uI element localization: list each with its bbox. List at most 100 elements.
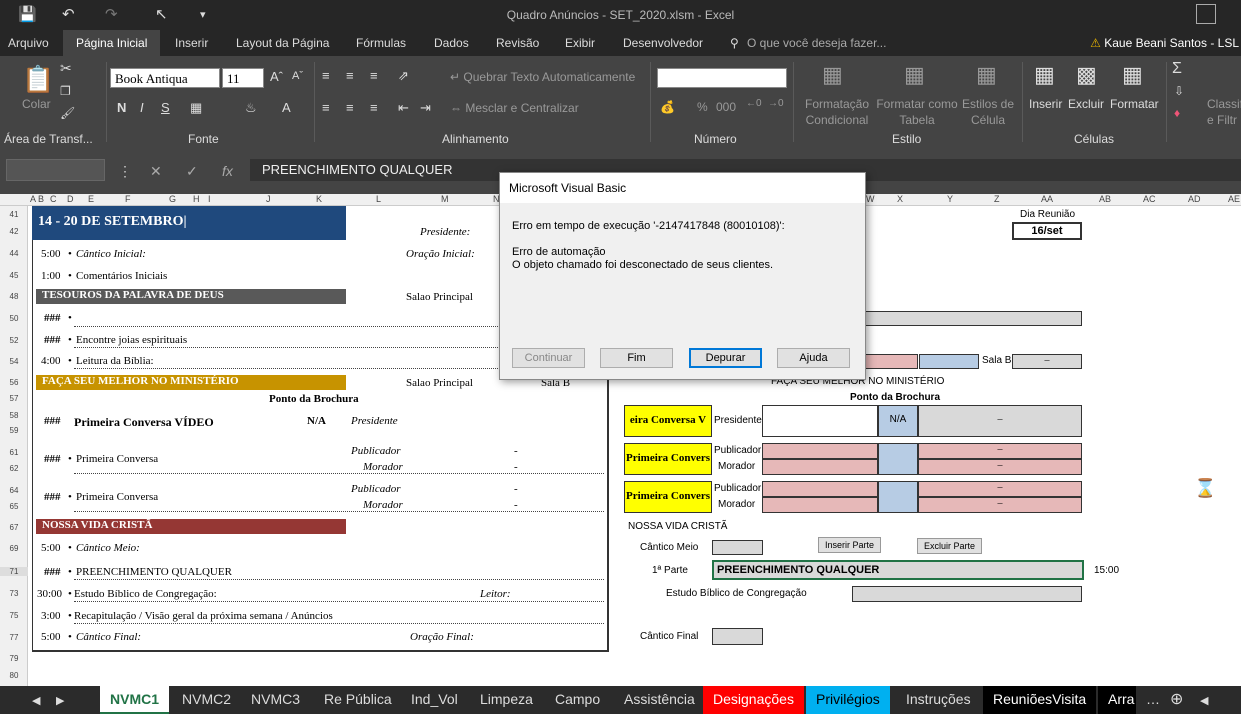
cantico-meio-cell[interactable] [712, 540, 763, 555]
column-header[interactable]: AA [1041, 194, 1053, 204]
column-header[interactable]: X [897, 194, 903, 204]
column-header[interactable]: J [266, 194, 271, 204]
grey-cell[interactable] [862, 311, 1082, 326]
autosum-icon[interactable]: Σ [1172, 60, 1182, 78]
font-size-select[interactable]: 11 [222, 68, 264, 88]
font-name-select[interactable]: Book Antiqua [110, 68, 220, 88]
italic-icon[interactable]: I [140, 100, 144, 115]
tab-layout[interactable]: Layout da Página [236, 36, 329, 50]
sheet-tab-instrucoes[interactable]: Instruções [896, 686, 981, 714]
estudo-cell[interactable] [852, 586, 1082, 602]
row-header[interactable]: 77 [0, 633, 28, 642]
align-center-icon[interactable]: ≡ [346, 100, 354, 115]
row-header[interactable]: 73 [0, 589, 28, 598]
tab-exibir[interactable]: Exibir [565, 36, 595, 50]
sheet-tab-limpeza[interactable]: Limpeza [470, 686, 543, 714]
yellow-cell[interactable]: eira Conversa V [624, 405, 712, 437]
row-header[interactable]: 67 [0, 523, 28, 532]
conditional-format-button[interactable]: Formatação Condicional [800, 96, 874, 128]
row-header[interactable]: 69 [0, 544, 28, 553]
column-header[interactable]: B [38, 194, 44, 204]
column-header[interactable]: E [88, 194, 94, 204]
column-header[interactable]: L [376, 194, 381, 204]
row-header[interactable]: 56 [0, 378, 28, 387]
merge-center-button[interactable]: ⇔ Mesclar e Centralizar [450, 101, 579, 115]
shrink-font-icon[interactable]: Aˇ [292, 70, 303, 82]
tab-inserir[interactable]: Inserir [175, 36, 208, 50]
row-header[interactable]: 75 [0, 611, 28, 620]
sheet-tab-campo[interactable]: Campo [545, 686, 610, 714]
dash-cell[interactable]: – [918, 443, 1082, 459]
format-table-icon[interactable]: ▦ [904, 62, 925, 88]
blue-cell[interactable] [919, 354, 979, 369]
tab-formulas[interactable]: Fórmulas [356, 36, 406, 50]
column-header[interactable]: A [30, 194, 36, 204]
inserir-parte-button[interactable]: Inserir Parte [818, 537, 882, 553]
pink-cell[interactable] [762, 497, 878, 513]
row-header[interactable]: 41 [0, 210, 28, 219]
format-cells-icon[interactable]: ▦ [1122, 62, 1143, 88]
row-header[interactable]: 44 [0, 249, 28, 258]
sheet-tab-nvmc1[interactable]: NVMC1 [100, 686, 170, 714]
format-painter-icon[interactable]: 🖌 [60, 106, 75, 120]
column-header[interactable]: G [169, 194, 176, 204]
column-header[interactable]: F [125, 194, 131, 204]
grow-font-icon[interactable]: Aˆ [270, 69, 283, 84]
insert-cells-icon[interactable]: ▦ [1034, 62, 1055, 88]
sheet-tab-nvmc2[interactable]: NVMC2 [172, 686, 241, 714]
cell-styles-icon[interactable]: ▦ [976, 62, 997, 88]
indent-increase-icon[interactable]: ⇥ [420, 100, 431, 116]
pink-cell[interactable] [864, 354, 918, 369]
borders-icon[interactable]: ▦ [190, 100, 202, 116]
pink-cell[interactable] [762, 481, 878, 497]
yellow-cell[interactable]: Primeira Convers [624, 481, 712, 513]
ribbon-display-icon[interactable] [1196, 4, 1216, 24]
date-cell[interactable]: 16/set [1012, 222, 1082, 240]
row-header-selected[interactable]: 71 [0, 567, 28, 576]
user-name[interactable]: ⚠ Kaue Beani Santos - LSL [1090, 36, 1239, 50]
pink-cell[interactable] [762, 443, 878, 459]
delete-cells-icon[interactable]: ▩ [1076, 62, 1097, 88]
white-cell[interactable] [762, 405, 878, 437]
row-header[interactable]: 52 [0, 336, 28, 345]
dash-cell[interactable]: – [918, 459, 1082, 475]
sheet-tab-nvmc3[interactable]: NVMC3 [241, 686, 310, 714]
column-header[interactable]: AD [1188, 194, 1201, 204]
sheet-tab-arra[interactable]: Arra [1098, 686, 1136, 714]
dash-cell[interactable]: – [918, 481, 1082, 497]
format-cells-button[interactable]: Formatar [1110, 97, 1159, 111]
cancel-icon[interactable]: ✕ [150, 163, 162, 180]
sheet-tab-designacoes[interactable]: Designações [703, 686, 804, 714]
cantico-final-cell[interactable] [712, 628, 763, 645]
clear-icon[interactable]: ♦ [1174, 106, 1180, 120]
column-header[interactable]: H [193, 194, 200, 204]
pink-cell[interactable] [762, 459, 878, 475]
row-header[interactable]: 65 [0, 502, 28, 511]
column-header[interactable]: C [50, 194, 57, 204]
row-header[interactable]: 64 [0, 486, 28, 495]
wrap-text-button[interactable]: ↵ Quebrar Texto Automaticamente [450, 70, 635, 84]
help-button[interactable]: Ajuda [777, 348, 850, 368]
sheet-tab-ind-vol[interactable]: Ind_Vol [401, 686, 468, 714]
tab-revisao[interactable]: Revisão [496, 36, 539, 50]
align-bottom-icon[interactable]: ≡ [370, 68, 378, 83]
sheet-tab-assistencia[interactable]: Assistência [614, 686, 705, 714]
debug-button[interactable]: Depurar [689, 348, 762, 368]
insert-cells-button[interactable]: Inserir [1029, 97, 1062, 111]
align-left-icon[interactable]: ≡ [322, 100, 330, 115]
currency-icon[interactable]: 💰 [660, 100, 675, 114]
column-header[interactable]: AB [1099, 194, 1111, 204]
row-header[interactable]: 50 [0, 314, 28, 323]
row-header[interactable]: 48 [0, 292, 28, 301]
confirm-icon[interactable]: ✓ [186, 163, 198, 180]
function-icon[interactable]: fx [222, 163, 233, 179]
sheet-tab-reunioes-visita[interactable]: ReuniõesVisita [983, 686, 1097, 714]
bold-icon[interactable]: N [117, 100, 126, 115]
underline-icon[interactable]: S [161, 100, 170, 115]
indent-decrease-icon[interactable]: ⇤ [398, 100, 409, 116]
number-format-select[interactable] [657, 68, 787, 88]
cell-styles-button[interactable]: Estilos de Célula [958, 96, 1018, 128]
increase-decimal-icon[interactable]: ←0 [746, 98, 762, 109]
column-header[interactable]: W [866, 194, 875, 204]
row-header[interactable]: 61 [0, 448, 28, 457]
